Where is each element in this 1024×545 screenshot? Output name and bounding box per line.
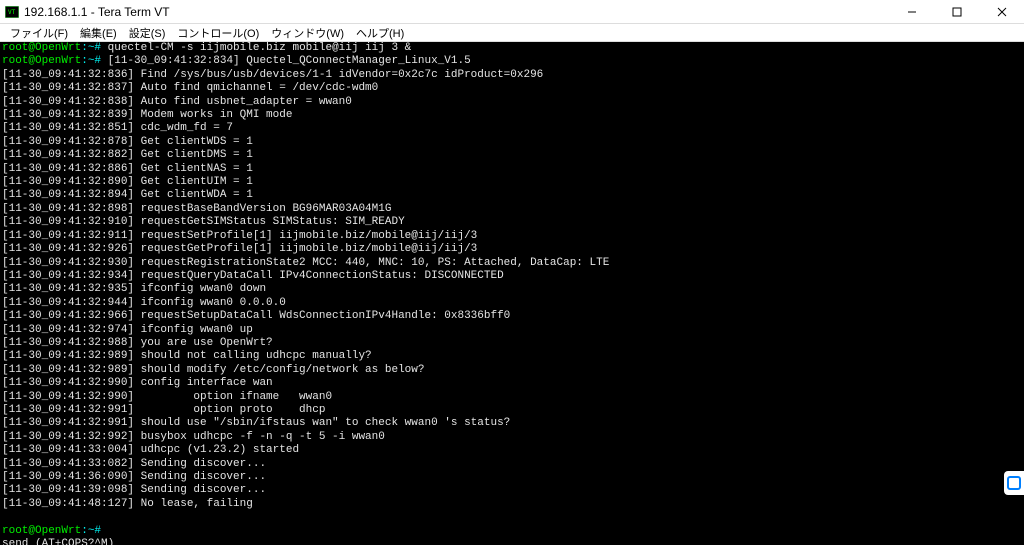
prompt-user: root@OpenWrt bbox=[2, 42, 81, 54]
menu-edit[interactable]: 編集(E) bbox=[74, 25, 123, 41]
menu-file[interactable]: ファイル(F) bbox=[4, 25, 74, 41]
log-line: [11-30_09:41:39:098] Sending discover... bbox=[2, 484, 266, 496]
send-line: send (AT+COPS?^M) bbox=[2, 538, 114, 545]
log-line: [11-30_09:41:32:930] requestRegistration… bbox=[2, 257, 609, 269]
prompt-host: :~# bbox=[81, 55, 101, 67]
log-line: [11-30_09:41:32:839] Modem works in QMI … bbox=[2, 109, 292, 121]
log-line: [11-30_09:41:33:082] Sending discover... bbox=[2, 458, 266, 470]
prompt-host: :~# bbox=[81, 42, 101, 54]
close-button[interactable] bbox=[979, 0, 1024, 24]
log-line: [11-30_09:41:32:886] Get clientNAS = 1 bbox=[2, 163, 253, 175]
log-line: [11-30_09:41:32:911] requestSetProfile[1… bbox=[2, 230, 477, 242]
log-line: [11-30_09:41:32:989] should modify /etc/… bbox=[2, 364, 424, 376]
log-line: [11-30_09:41:32:991] should use "/sbin/i… bbox=[2, 417, 510, 429]
menu-control[interactable]: コントロール(O) bbox=[171, 25, 265, 41]
log-line: [11-30_09:41:32:882] Get clientDMS = 1 bbox=[2, 149, 253, 161]
menu-setup[interactable]: 設定(S) bbox=[123, 25, 172, 41]
log-line: [11-30_09:41:32:934] requestQueryDataCal… bbox=[2, 270, 504, 282]
log-line: [11-30_09:41:32:910] requestGetSIMStatus… bbox=[2, 216, 405, 228]
log-line: [11-30_09:41:32:990] config interface wa… bbox=[2, 377, 273, 389]
prompt-user: root@OpenWrt bbox=[2, 525, 81, 537]
log-line: [11-30_09:41:32:836] Find /sys/bus/usb/d… bbox=[2, 69, 543, 81]
log-line: [11-30_09:41:36:090] Sending discover... bbox=[2, 471, 266, 483]
titlebar-left: VT 192.168.1.1 - Tera Term VT bbox=[4, 4, 170, 20]
log-line: [11-30_09:41:32:989] should not calling … bbox=[2, 350, 372, 362]
teamviewer-icon-inner bbox=[1007, 476, 1021, 490]
titlebar-text: 192.168.1.1 - Tera Term VT bbox=[24, 5, 170, 19]
terminal[interactable]: root@OpenWrt:~# quectel-CM -s iijmobile.… bbox=[0, 42, 1024, 545]
log-line: [11-30_09:41:48:127] No lease, failing bbox=[2, 498, 253, 510]
menu-window[interactable]: ウィンドウ(W) bbox=[265, 25, 350, 41]
minimize-button[interactable] bbox=[889, 0, 934, 24]
app-icon: VT bbox=[4, 4, 20, 20]
log-line: [11-30_09:41:32:935] ifconfig wwan0 down bbox=[2, 283, 266, 295]
log-line: [11-30_09:41:32:974] ifconfig wwan0 up bbox=[2, 324, 253, 336]
log-line: [11-30_09:41:32:944] ifconfig wwan0 0.0.… bbox=[2, 297, 286, 309]
log-line: [11-30_09:41:32:988] you are use OpenWrt… bbox=[2, 337, 273, 349]
command: [11-30_09:41:32:834] Quectel_QConnectMan… bbox=[101, 55, 471, 67]
log-line: [11-30_09:41:32:898] requestBaseBandVers… bbox=[2, 203, 391, 215]
log-line: [11-30_09:41:32:890] Get clientUIM = 1 bbox=[2, 176, 253, 188]
log-line: [11-30_09:41:32:837] Auto find qmichanne… bbox=[2, 82, 378, 94]
log-line: [11-30_09:41:32:992] busybox udhcpc -f -… bbox=[2, 431, 385, 443]
log-line: [11-30_09:41:32:926] requestGetProfile[1… bbox=[2, 243, 477, 255]
svg-text:VT: VT bbox=[8, 9, 16, 16]
menubar: ファイル(F) 編集(E) 設定(S) コントロール(O) ウィンドウ(W) ヘ… bbox=[0, 24, 1024, 42]
menu-help[interactable]: ヘルプ(H) bbox=[350, 25, 410, 41]
command: quectel-CM -s iijmobile.biz mobile@iij i… bbox=[101, 42, 411, 54]
prompt-user: root@OpenWrt bbox=[2, 55, 81, 67]
log-line: [11-30_09:41:32:990] option ifname wwan0 bbox=[2, 391, 332, 403]
teamviewer-icon[interactable] bbox=[1004, 471, 1024, 495]
prompt-host: :~# bbox=[81, 525, 101, 537]
log-line: [11-30_09:41:32:878] Get clientWDS = 1 bbox=[2, 136, 253, 148]
titlebar: VT 192.168.1.1 - Tera Term VT bbox=[0, 0, 1024, 24]
log-line: [11-30_09:41:32:838] Auto find usbnet_ad… bbox=[2, 96, 352, 108]
titlebar-buttons bbox=[889, 0, 1024, 24]
log-line: [11-30_09:41:32:851] cdc_wdm_fd = 7 bbox=[2, 122, 233, 134]
log-line: [11-30_09:41:33:004] udhcpc (v1.23.2) st… bbox=[2, 444, 299, 456]
log-line: [11-30_09:41:32:991] option proto dhcp bbox=[2, 404, 325, 416]
log-line: [11-30_09:41:32:894] Get clientWDA = 1 bbox=[2, 189, 253, 201]
maximize-button[interactable] bbox=[934, 0, 979, 24]
log-line: [11-30_09:41:32:966] requestSetupDataCal… bbox=[2, 310, 510, 322]
